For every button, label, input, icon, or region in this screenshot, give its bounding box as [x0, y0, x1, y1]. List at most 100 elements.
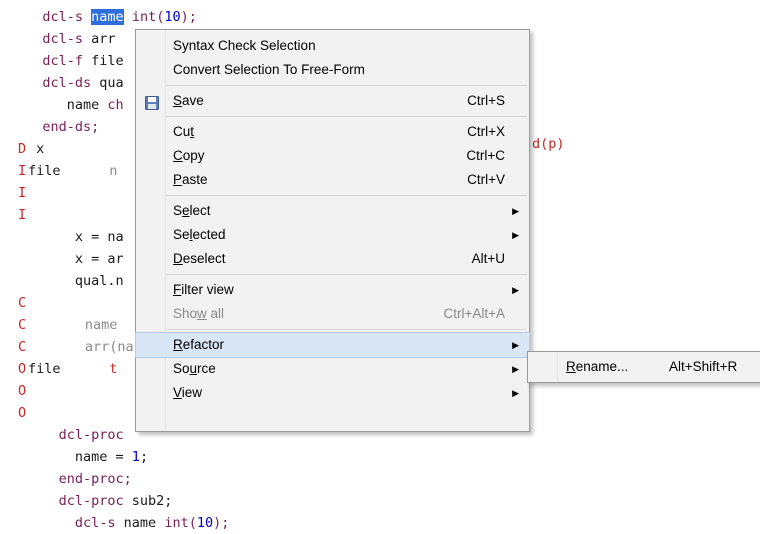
spec-column-marker: C: [18, 317, 27, 333]
menu-item-label: Paste: [173, 172, 208, 187]
code-token: file: [83, 53, 124, 69]
cut-item[interactable]: Cut Ctrl+X: [136, 120, 529, 144]
code-line[interactable]: dcl-f file: [18, 50, 124, 72]
menu-item-label: Show all: [173, 306, 225, 321]
spec-column-marker: O: [18, 361, 27, 377]
menu-separator: [167, 195, 527, 196]
selected-item[interactable]: Selected ▶: [136, 223, 529, 247]
save-item[interactable]: Save Ctrl+S: [136, 89, 529, 113]
menu-item-shortcut: Ctrl+Alt+A: [443, 306, 505, 321]
filter-view-item[interactable]: Filter view ▶: [136, 278, 529, 302]
submenu-arrow-icon: ▶: [512, 340, 519, 350]
syntax-check-selection-item[interactable]: Syntax Check Selection: [136, 34, 529, 58]
menu-item-label: Filter view: [173, 282, 234, 297]
spec-column-marker: C: [18, 295, 27, 311]
code-line[interactable]: x: [28, 138, 44, 160]
code-token: name: [18, 97, 108, 113]
copy-item[interactable]: Copy Ctrl+C: [136, 144, 529, 168]
submenu-icon-strip: [528, 352, 558, 382]
code-token: x = ar: [18, 251, 124, 267]
submenu-arrow-icon: ▶: [512, 364, 519, 374]
spec-column-marker: D: [18, 141, 27, 157]
code-token: file: [28, 163, 61, 179]
submenu-arrow-icon: ▶: [512, 388, 519, 398]
code-line[interactable]: x = na: [18, 226, 124, 248]
select-item[interactable]: Select ▶: [136, 199, 529, 223]
code-token: int(: [131, 9, 165, 25]
code-line[interactable]: end-proc;: [18, 468, 132, 490]
menu-item-label: Refactor: [173, 337, 225, 352]
menu-item-label: View: [173, 385, 203, 400]
menu-item-label: Convert Selection To Free-Form: [173, 62, 365, 77]
code-line[interactable]: dcl-s arr: [18, 28, 115, 50]
code-line[interactable]: end-ds;: [18, 116, 99, 138]
refactor-item[interactable]: Refactor ▶: [135, 332, 530, 358]
convert-to-free-form-item[interactable]: Convert Selection To Free-Form: [136, 58, 529, 82]
menu-item-shortcut: Ctrl+V: [467, 172, 505, 187]
menu-separator: [167, 329, 527, 330]
code-token: x: [28, 141, 45, 157]
code-line[interactable]: dcl-s name int(10);: [18, 512, 229, 534]
code-token: qua: [91, 75, 124, 91]
code-line[interactable]: name ch: [18, 94, 124, 116]
code-token: arr(na: [28, 339, 134, 355]
code-line[interactable]: qual.n: [18, 270, 124, 292]
code-token: ;: [139, 449, 149, 465]
code-line[interactable]: name: [28, 314, 118, 336]
code-token: int(: [164, 515, 197, 531]
code-token: dcl-ds: [42, 75, 92, 91]
code-line[interactable]: dcl-s name int(10);: [18, 6, 197, 28]
menu-separator: [167, 85, 527, 86]
selected-text: name: [91, 9, 124, 25]
code-line[interactable]: dcl-ds qua: [18, 72, 124, 94]
spec-column-marker: C: [18, 339, 27, 355]
code-token: t: [60, 361, 118, 377]
paste-item[interactable]: Paste Ctrl+V: [136, 168, 529, 192]
menu-item-label: Save: [173, 93, 204, 108]
code-token: name: [115, 515, 165, 531]
code-token: dcl-proc: [58, 427, 124, 443]
submenu-arrow-icon: ▶: [512, 230, 519, 240]
menu-item-label: Syntax Check Selection: [173, 38, 316, 53]
code-token: dcl-s: [74, 515, 116, 531]
code-token: name =: [18, 449, 132, 465]
code-line[interactable]: file n: [28, 160, 117, 182]
code-line[interactable]: arr(na: [28, 336, 134, 358]
source-item[interactable]: Source ▶: [136, 357, 529, 381]
deselect-item[interactable]: Deselect Alt+U: [136, 247, 529, 271]
code-token: ch: [107, 97, 124, 113]
menu-item-label: Selected: [173, 227, 226, 242]
code-line[interactable]: x = ar: [18, 248, 124, 270]
menu-item-shortcut: Ctrl+X: [467, 124, 505, 139]
code-token: );: [213, 515, 230, 531]
rename-item[interactable]: Rename...: [566, 352, 628, 382]
menu-separator: [167, 274, 527, 275]
code-token: 10: [196, 515, 214, 531]
menu-item-shortcut: Ctrl+C: [466, 148, 505, 163]
code-line[interactable]: name = 1;: [18, 446, 148, 468]
code-token: n: [60, 163, 118, 179]
spec-column-marker: O: [18, 405, 27, 421]
menu-item-label: Deselect: [173, 251, 226, 266]
code-line[interactable]: dcl-proc sub2;: [18, 490, 173, 512]
code-token: end-ds;: [42, 119, 100, 135]
code-token: dcl-f: [42, 53, 84, 69]
code-line[interactable]: file t: [28, 358, 117, 380]
spec-column-marker: I: [18, 207, 27, 223]
code-line[interactable]: dcl-proc: [18, 424, 124, 446]
code-token: name: [28, 317, 118, 333]
code-token: x = na: [18, 229, 124, 245]
menu-item-shortcut: Ctrl+S: [467, 93, 505, 108]
show-all-item: Show all Ctrl+Alt+A: [136, 302, 529, 326]
view-item[interactable]: View ▶: [136, 381, 529, 405]
